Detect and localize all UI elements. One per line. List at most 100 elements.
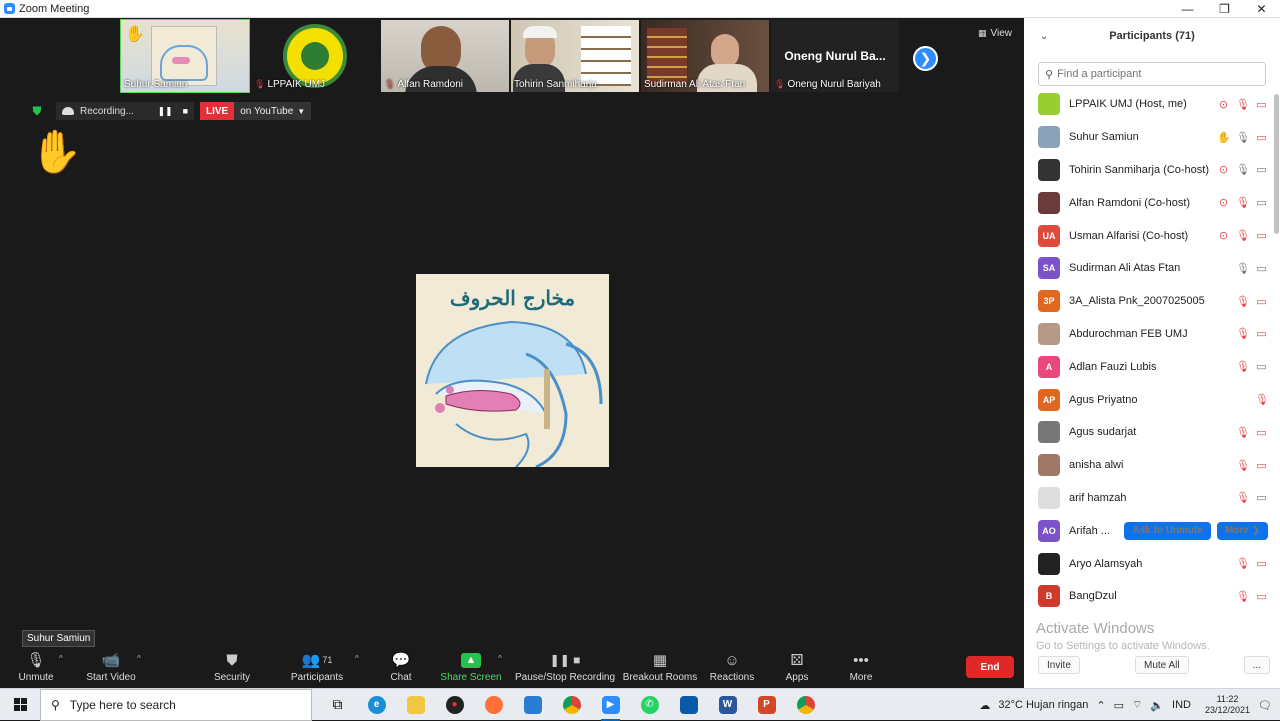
system-tray: ☁ 32°C Hujan ringan ⌃ ▭ ⌔ 🔈 IND 11:22 23… [979, 689, 1280, 721]
participant-row[interactable]: B BangDzul 🎙 ▭ [1024, 580, 1272, 613]
participant-status-icons: ⊙ 🎙 ▭ [1217, 88, 1268, 121]
video-tile-oneng-nurul-bariyah[interactable]: Oneng Nurul Ba... 🎙 Oneng Nurul Bariyah [771, 20, 899, 92]
breakout-rooms-button[interactable]: ▦ Breakout Rooms [623, 648, 697, 688]
word-app[interactable]: W [708, 689, 747, 721]
view-button[interactable]: ▦ View [978, 28, 1012, 39]
recording-status: Recording... ❚❚ ■ [56, 102, 194, 120]
share-options-caret[interactable]: ^ [498, 654, 502, 663]
start-video-button[interactable]: 📹 Start Video [84, 648, 138, 688]
share-screen-label: Share Screen [440, 672, 502, 683]
participant-row[interactable]: Suhur Samiun ✋ 🎙 ▭ [1024, 121, 1272, 154]
participant-row[interactable]: Agus sudarjat 🎙 ▭ [1024, 416, 1272, 449]
participant-row[interactable]: anisha alwi 🎙 ▭ [1024, 449, 1272, 482]
powerpoint-app[interactable]: P [747, 689, 786, 721]
participant-row[interactable]: Alfan Ramdoni (Co-host) ⊙ 🎙 ▭ [1024, 186, 1272, 219]
clock[interactable]: 11:22 23/12/2021 [1205, 694, 1250, 716]
taskbar-search[interactable]: ⚲ Type here to search [40, 688, 312, 721]
ellipsis-icon: ••• [853, 651, 869, 669]
chrome-app-2[interactable] [786, 689, 825, 721]
end-meeting-button[interactable]: End [966, 656, 1014, 678]
recording-icon: ⊙ [1218, 98, 1229, 111]
stop-icon[interactable]: ■ [183, 106, 188, 117]
mic-muted-icon: 🎙 [1236, 361, 1250, 374]
participant-row[interactable]: SA Sudirman Ali Atas Ftan 🎙 ▭ [1024, 252, 1272, 285]
mute-all-button[interactable]: Mute All [1134, 656, 1189, 674]
chevron-down-icon[interactable]: ⌄ [1040, 31, 1048, 42]
battery-icon[interactable]: ▭ [1114, 699, 1124, 712]
video-tile-alfan-ramdoni[interactable]: 🎙 Alfan Ramdoni [381, 20, 509, 92]
speaker-icon[interactable]: 🔈 [1150, 699, 1164, 712]
apps-button[interactable]: ⚄ Apps [782, 648, 812, 688]
chevron-up-icon[interactable]: ⌃ [1096, 699, 1105, 712]
participant-row[interactable]: Tohirin Sanmiharja (Co-host) ⊙ 🎙 ▭ [1024, 154, 1272, 187]
youtube-stream-dropdown[interactable]: on YouTube ▼ [234, 102, 312, 120]
participant-row[interactable]: A Adlan Fauzi Lubis 🎙 ▭ [1024, 350, 1272, 383]
audio-options-caret[interactable]: ^ [59, 654, 63, 663]
participant-row[interactable]: UA Usman Alfarisi (Co-host) ⊙ 🎙 ▭ [1024, 219, 1272, 252]
participant-row[interactable]: LPPAIK UMJ (Host, me) ⊙ 🎙 ▭ [1024, 88, 1272, 121]
shield-icon[interactable]: ⛊ [30, 104, 44, 118]
participants-options-caret[interactable]: ^ [355, 654, 359, 663]
reactions-button[interactable]: ☺ Reactions [710, 648, 754, 688]
chat-button[interactable]: 💬 Chat [386, 648, 416, 688]
video-options-caret[interactable]: ^ [137, 654, 141, 663]
whatsapp-icon: ✆ [640, 695, 659, 714]
participant-row[interactable]: AP Agus Priyatno 🎙 [1024, 383, 1272, 416]
edge-app[interactable]: e [357, 689, 396, 721]
firefox-app[interactable] [474, 689, 513, 721]
participant-row[interactable]: 3P 3A_Alista Pnk_2007025005 🎙 ▭ [1024, 285, 1272, 318]
participant-name: Sudirman Ali Atas Ftan [1069, 262, 1181, 275]
more-button[interactable]: ••• More [846, 648, 876, 688]
panel-scrollbar[interactable] [1274, 94, 1279, 234]
weather-text[interactable]: 32°C Hujan ringan [998, 699, 1088, 711]
participant-row[interactable]: Abdurochman FEB UMJ 🎙 ▭ [1024, 318, 1272, 351]
ask-to-unmute-button[interactable]: Ask to Unmute [1124, 521, 1211, 540]
participant-search[interactable]: ⚲ [1038, 62, 1266, 86]
search-input[interactable] [1057, 68, 1248, 80]
app-red-icon[interactable]: ● [435, 689, 474, 721]
panel-more-button[interactable]: ... [1243, 656, 1270, 674]
minimize-button[interactable]: — [1169, 0, 1206, 18]
close-button[interactable]: ✕ [1243, 0, 1280, 18]
chrome-icon [796, 695, 815, 714]
next-page-button[interactable]: ❯ [913, 46, 938, 71]
participant-status-icons: 🎙 ▭ [1236, 350, 1268, 383]
search-icon: ⚲ [1045, 68, 1054, 81]
share-screen-button[interactable]: ▲ Share Screen [440, 648, 502, 688]
camera-off-icon: ▭ [1256, 328, 1267, 341]
video-tile-suhur-samiun[interactable]: ✋ Suhur Samiun [120, 19, 250, 93]
pause-icon[interactable]: ❚❚ [157, 106, 172, 117]
store-app[interactable] [513, 689, 552, 721]
restore-button[interactable]: ❐ [1206, 0, 1243, 18]
whatsapp-app[interactable]: ✆ [630, 689, 669, 721]
pause-stop-recording-button[interactable]: ❚❚ ■ Pause/Stop Recording [515, 648, 615, 688]
participant-row[interactable]: Aryo Alamsyah 🎙 ▭ [1024, 547, 1272, 580]
participant-avatar: UA [1038, 224, 1060, 247]
invite-button[interactable]: Invite [1038, 656, 1080, 674]
chrome-app[interactable] [552, 689, 591, 721]
smiley-plus-icon: ☺ [724, 651, 740, 669]
unmute-button[interactable]: 🎙 Unmute [16, 648, 56, 688]
video-tile-sudirman-ali-atas-ftan[interactable]: Sudirman Ali Atas Ftan [641, 20, 769, 92]
language-indicator[interactable]: IND [1172, 699, 1191, 711]
video-strip: ✋ Suhur Samiun 🎙 LPPAIK UMJ 🎙 Alfan Ramdon… [120, 19, 899, 93]
start-button[interactable] [0, 689, 40, 721]
security-button[interactable]: ⛊ Security [212, 648, 252, 688]
participant-row[interactable]: arif hamzah 🎙 ▭ [1024, 482, 1272, 515]
network-icon[interactable]: ⌔ [1132, 698, 1142, 712]
participant-name: Alfan Ramdoni (Co-host) [1069, 196, 1191, 209]
stream-label: on YouTube [240, 105, 294, 117]
mic-muted-icon: 🎙 [1236, 590, 1250, 603]
participants-button[interactable]: 👥 71 Participants [290, 648, 344, 688]
app-blue-icon[interactable] [669, 689, 708, 721]
notification-icon[interactable]: 🗨 [1258, 699, 1272, 712]
participant-avatar [1038, 454, 1060, 477]
task-view-button[interactable]: ⧉ [318, 689, 357, 721]
file-explorer-app[interactable] [396, 689, 435, 721]
zoom-app[interactable]: ▶ [591, 689, 630, 721]
camera-icon: ▭ [1256, 164, 1267, 177]
video-tile-lppaik-umj[interactable]: 🎙 LPPAIK UMJ [251, 20, 379, 92]
participant-more-button[interactable]: More ❯ [1216, 521, 1268, 540]
participant-row[interactable]: AO Arifah ... Ask to Unmute More ❯ [1024, 514, 1272, 547]
video-tile-tohirin-sanmiharja[interactable]: Tohirin Sanmiharja [511, 20, 639, 92]
